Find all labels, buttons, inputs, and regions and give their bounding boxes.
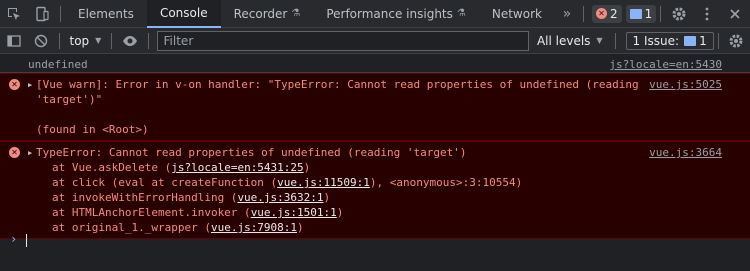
error-headline: TypeError: Cannot read properties of und… bbox=[36, 146, 467, 159]
toolbar-divider bbox=[60, 5, 61, 22]
issues-label: 1 Issue: bbox=[632, 33, 680, 48]
device-toolbar-icon[interactable] bbox=[28, 0, 56, 28]
toolbar-divider bbox=[111, 32, 113, 49]
context-value: top bbox=[69, 33, 90, 48]
kebab-menu-icon[interactable] bbox=[693, 0, 721, 28]
frame-text: at click (eval at createFunction ( bbox=[52, 176, 278, 189]
source-link[interactable]: vue.js:5025 bbox=[649, 77, 722, 92]
sidebar-toggle-icon[interactable] bbox=[0, 27, 27, 55]
more-tabs-button[interactable]: » bbox=[555, 6, 579, 22]
message-icon bbox=[629, 8, 642, 19]
tab-console[interactable]: Console bbox=[146, 0, 221, 28]
settings-gear-icon[interactable] bbox=[665, 0, 693, 28]
frame-text: ) bbox=[336, 206, 344, 219]
error-count: 2 bbox=[609, 6, 618, 21]
error-count-badge[interactable]: ✕ 2 bbox=[591, 4, 622, 23]
toolbar-divider bbox=[614, 32, 616, 49]
log-levels-dropdown[interactable]: All levels ▼ bbox=[529, 34, 611, 48]
live-expression-eye-icon[interactable] bbox=[116, 27, 143, 55]
tab-label: Console bbox=[159, 5, 208, 20]
stack-frame: at invokeWithErrorHandling (vue.js:3632:… bbox=[36, 190, 640, 205]
error-icon: ✕ bbox=[595, 8, 607, 19]
vue-warn-row: ✕ ▶ [Vue warn]: Error in v-on handler: "… bbox=[0, 73, 750, 141]
frame-text: ) bbox=[303, 161, 311, 174]
filter-input[interactable] bbox=[156, 30, 529, 51]
devtools-tab-bar: Elements Console Recorder ⚗ Performance i… bbox=[0, 0, 750, 28]
tab-label: Recorder bbox=[233, 6, 288, 21]
expand-triangle-icon[interactable]: ▶ bbox=[28, 78, 32, 93]
console-messages: undefined js?locale=en:5430 ✕ ▶ [Vue war… bbox=[0, 55, 750, 271]
dropdown-caret-icon: ▼ bbox=[95, 36, 102, 45]
message-count-badge[interactable]: 1 bbox=[625, 4, 657, 23]
frame-text: ), <anonymous>:3:10554) bbox=[369, 176, 523, 189]
console-result-row: undefined js?locale=en:5430 bbox=[0, 55, 750, 73]
error-icon: ✕ bbox=[9, 147, 20, 158]
frame-link[interactable]: vue.js:11509:1 bbox=[277, 176, 370, 189]
more-tabs-label: » bbox=[562, 5, 572, 22]
experimental-flask-icon: ⚗ bbox=[456, 8, 466, 19]
error-icon: ✕ bbox=[9, 79, 20, 90]
warn-message: [Vue warn]: Error in v-on handler: "Type… bbox=[36, 78, 646, 106]
type-error-row: ✕ ▶ TypeError: Cannot read properties of… bbox=[0, 141, 750, 239]
message-count: 1 bbox=[644, 6, 653, 21]
frame-link[interactable]: vue.js:3632:1 bbox=[237, 191, 323, 204]
stack-frame: at click (eval at createFunction (vue.js… bbox=[36, 175, 640, 190]
tab-performance-insights[interactable]: Performance insights ⚗ bbox=[313, 0, 479, 28]
issues-button[interactable]: 1 Issue: 1 bbox=[625, 31, 714, 50]
inspect-element-icon[interactable] bbox=[0, 0, 28, 28]
prompt-chevron-icon: › bbox=[10, 232, 18, 246]
tab-label: Elements bbox=[78, 6, 134, 21]
issues-count: 1 bbox=[699, 33, 707, 48]
frame-link[interactable]: js?locale=en:5431:25 bbox=[171, 161, 303, 174]
levels-value: All levels bbox=[536, 33, 591, 48]
toolbar-divider bbox=[582, 5, 584, 22]
source-link[interactable]: js?locale=en:5430 bbox=[609, 57, 722, 72]
clear-console-icon[interactable] bbox=[27, 27, 54, 55]
experimental-flask-icon: ⚗ bbox=[291, 8, 301, 19]
console-prompt[interactable]: › bbox=[0, 230, 750, 250]
stack-frame: at HTMLAnchorElement.invoker (vue.js:150… bbox=[36, 205, 640, 220]
toolbar-divider bbox=[147, 32, 149, 49]
frame-text: at HTMLAnchorElement.invoker ( bbox=[52, 206, 251, 219]
frame-text: at invokeWithErrorHandling ( bbox=[52, 191, 238, 204]
warn-found-in: (found in <Root>) bbox=[36, 123, 149, 136]
text-cursor bbox=[26, 234, 27, 247]
context-selector[interactable]: top ▼ bbox=[64, 34, 108, 48]
toolbar-divider bbox=[58, 32, 60, 49]
console-toolbar: top ▼ All levels ▼ 1 Issue: 1 bbox=[0, 28, 750, 54]
stack-frame: at Vue.askDelete (js?locale=en:5431:25) bbox=[36, 160, 640, 175]
toolbar-divider bbox=[717, 32, 719, 49]
tab-label: Performance insights bbox=[326, 6, 453, 21]
tab-label: Network bbox=[491, 6, 542, 21]
expand-triangle-icon[interactable]: ▶ bbox=[28, 146, 32, 161]
result-text: undefined bbox=[28, 58, 88, 71]
issue-icon bbox=[684, 35, 697, 46]
source-link[interactable]: vue.js:3664 bbox=[649, 145, 722, 160]
frame-link[interactable]: vue.js:1501:1 bbox=[251, 206, 337, 219]
toolbar-divider bbox=[660, 5, 662, 22]
dropdown-caret-icon: ▼ bbox=[596, 36, 603, 45]
console-settings-gear-icon[interactable] bbox=[723, 27, 750, 55]
close-icon[interactable] bbox=[721, 0, 749, 28]
tab-recorder[interactable]: Recorder ⚗ bbox=[221, 0, 314, 28]
tab-network[interactable]: Network bbox=[479, 0, 555, 28]
frame-text: at Vue.askDelete ( bbox=[52, 161, 172, 174]
frame-text: ) bbox=[323, 191, 331, 204]
tab-elements[interactable]: Elements bbox=[65, 0, 147, 28]
